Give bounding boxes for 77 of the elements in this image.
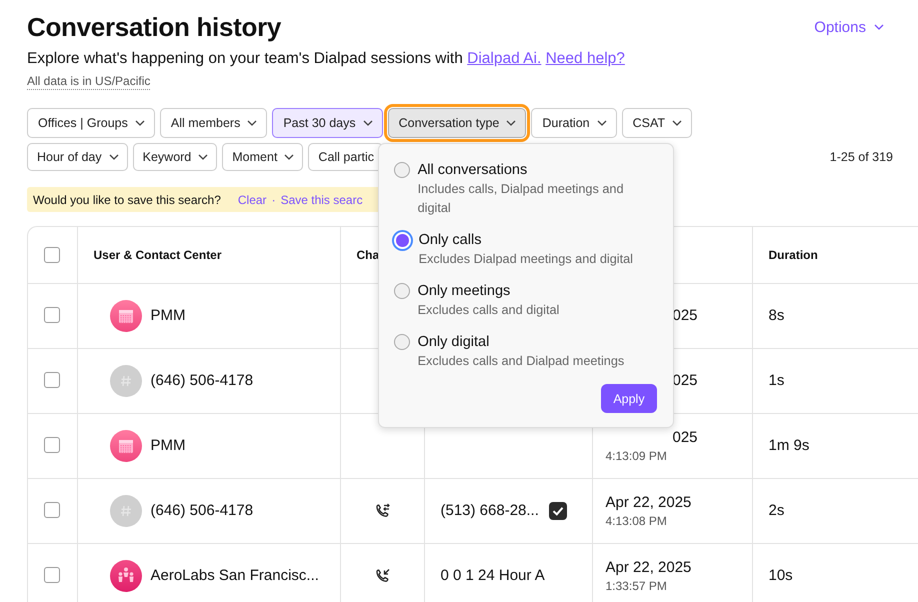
time-text: 4:13:09 PM [606,448,668,462]
apply-button[interactable]: Apply [601,384,657,413]
avatar-calendar-icon [110,300,142,332]
radio-button[interactable] [394,334,410,350]
radio-button[interactable] [394,283,410,299]
duration-text: 1s [768,372,784,389]
checkbox[interactable] [44,246,60,263]
chevron-icon [198,154,208,160]
option-label: Only meetings [418,282,512,300]
filter-dropdown[interactable]: Call partic [308,143,383,171]
checkbox[interactable] [44,437,60,454]
banner-text: Would you like to save this search? [33,192,221,206]
clear-link[interactable]: Clear [238,192,267,206]
option-description: Excludes Dialpad meetings and digital [418,251,633,268]
filter-dropdown[interactable]: Moment [222,143,304,171]
phone-transfer-icon [374,503,390,518]
option-description: Excludes calls and Dialpad meetings [418,353,624,370]
option-description: Includes calls, Dialpad meetings and digital [418,181,625,217]
intro-text: Explore what's happening on your team's Dialpad sessions with Dialpad Ai. Need help? [27,49,626,69]
filter-dropdown[interactable]: Hour of day [27,143,128,171]
duration-text: 10s [768,567,793,584]
filter-dropdown[interactable]: Keyword [132,143,218,171]
column-header: User & Contact Center [94,248,222,262]
result-count: 1-25 of 319 [830,150,893,164]
duration-text: 8s [768,307,784,324]
chevron-icon [134,120,145,126]
chevron-icon [596,120,607,126]
option-label: Only digital [418,333,490,351]
duration-text: 2s [768,502,784,519]
page-title: Conversation history [27,11,282,44]
filter-dropdown[interactable]: All members [160,108,268,138]
filter-dropdown[interactable]: Duration [531,108,617,138]
option-label: Only calls [418,231,482,249]
filter-dropdown[interactable]: Offices | Groups [27,108,155,138]
contact-name: PMM [150,307,186,324]
avatar-calendar-icon [110,430,142,462]
column-header: Cha [356,248,380,262]
checkbox[interactable] [44,307,60,324]
chevron-icon [284,154,294,160]
phone-number: (513) 668-28... [440,502,539,519]
timezone-note: All data is in US/Pacific [27,74,150,90]
date-text: Apr 22, 2025 [606,558,692,576]
avatar-hash-icon [110,364,142,396]
radio-button[interactable] [394,162,410,178]
chevron-icon [362,120,373,126]
options-button[interactable]: Options [814,18,884,36]
checkbox[interactable] [44,502,60,518]
contact-name: (646) 506-4178 [150,502,254,519]
time-text: 1:33:57 PM [606,578,668,592]
link[interactable]: Dialpad Ai. [467,50,542,67]
duration-text: 1m 9s [768,437,810,454]
checkmark-icon [548,502,567,520]
save-search-link[interactable]: Save this searc [280,192,363,206]
chevron-icon [672,120,682,126]
date-text: 025 [672,428,699,446]
phone-number: 0 0 1 24 Hour A [440,567,545,584]
filter-dropdown[interactable]: Past 30 days [272,108,383,138]
option-label: All conversations [418,161,528,179]
chevron-icon [108,154,119,160]
avatar-hash-icon [110,494,142,526]
link[interactable]: Need help? [546,50,625,67]
chevron-icon [874,24,884,30]
chevron-icon [247,120,258,126]
checkbox[interactable] [44,567,60,584]
contact-name: (646) 506-4178 [150,372,254,389]
phone-incoming-icon [374,568,390,583]
filter-dropdown[interactable]: CSAT [622,108,692,138]
avatar-people-icon [110,560,142,592]
option-description: Excludes calls and digital [418,302,560,319]
date-text: Apr 22, 2025 [606,494,692,510]
separator-dot: · [272,192,276,206]
time-text: 4:13:08 PM [606,514,668,528]
contact-name: PMM [150,437,186,454]
contact-name: AeroLabs San Francisc... [150,567,319,584]
chevron-icon [506,120,516,126]
checkbox[interactable] [44,372,60,388]
column-header: Duration [768,248,818,262]
